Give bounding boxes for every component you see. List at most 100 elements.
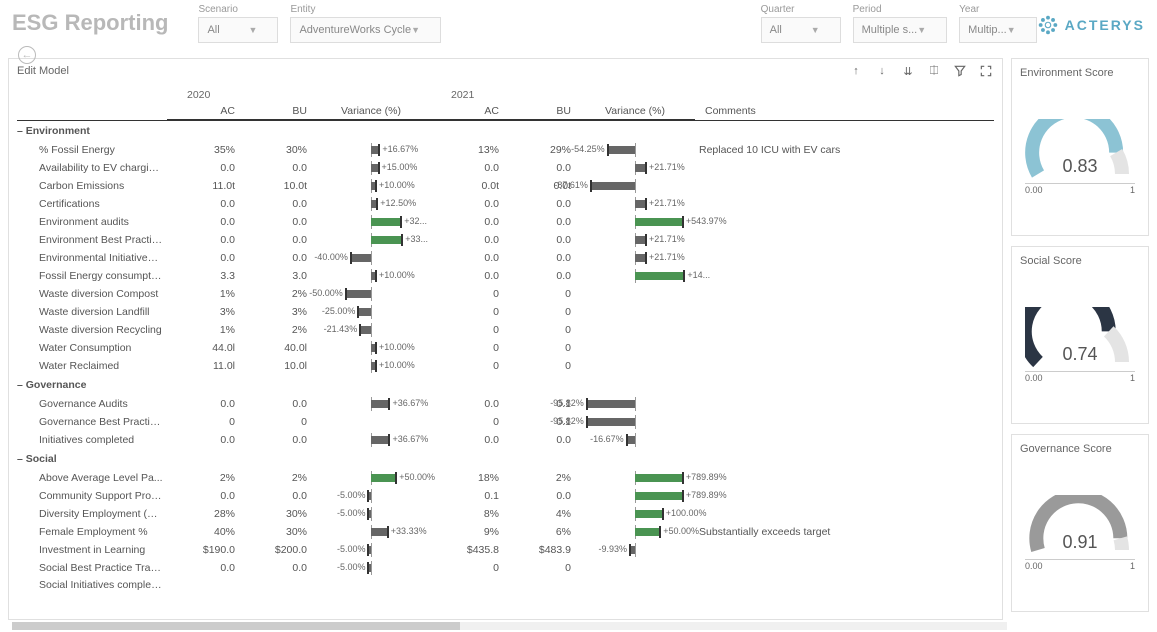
table-row[interactable]: Social Best Practice Train... 0.0 0.0 -5… (17, 559, 994, 577)
table-row[interactable]: Water Consumption 44.0l 40.0l +10.00% 0 … (17, 339, 994, 357)
metric-label: Waste diversion Landfill (17, 303, 167, 321)
filter-scenario-value: All (207, 24, 219, 36)
filter-quarter[interactable]: All ▼ (761, 17, 841, 43)
comment-cell (695, 577, 994, 593)
variance-2021: -54.25% (575, 141, 695, 159)
arrow-down-icon[interactable]: ↓ (874, 63, 890, 79)
ac-2021: 0 (431, 339, 503, 357)
variance-2021: -87.61% (575, 177, 695, 195)
table-row[interactable]: % Fossil Energy 35% 30% +16.67% 13% 29% … (17, 141, 994, 159)
filter-period-value: Multiple s... (862, 24, 918, 36)
filter-quarter-value: All (770, 24, 782, 36)
back-button[interactable]: ← (18, 46, 36, 64)
category-row[interactable]: – Environment (17, 120, 994, 141)
horizontal-scrollbar[interactable] (12, 622, 1007, 630)
ac-2020: 0.0 (167, 559, 239, 577)
filter-icon[interactable] (952, 63, 968, 79)
bu-2020: 10.0t (239, 177, 311, 195)
comment-cell: Replaced 10 ICU with EV cars (695, 141, 994, 159)
filter-entity[interactable]: AdventureWorks Cycle ▼ (290, 17, 441, 43)
filter-scenario[interactable]: All ▼ (198, 17, 278, 43)
table-row[interactable]: Investment in Learning $190.0 $200.0 -5.… (17, 541, 994, 559)
table-row[interactable]: Environment Best Practic... 0.0 0.0 +33.… (17, 231, 994, 249)
comment-cell (695, 177, 994, 195)
category-row[interactable]: – Social (17, 449, 994, 469)
table-row[interactable]: Diversity Employment (N... 28% 30% -5.00… (17, 505, 994, 523)
bu-2021: 0.0 (503, 431, 575, 449)
ac-2020: 40% (167, 523, 239, 541)
table-row[interactable]: Waste diversion Recycling 1% 2% -21.43% … (17, 321, 994, 339)
ac-2021: 0.0 (431, 195, 503, 213)
metric-label: Investment in Learning (17, 541, 167, 559)
env-score-title: Environment Score (1020, 67, 1140, 79)
table-row[interactable]: Water Reclaimed 11.0l 10.0l +10.00% 0 0 (17, 357, 994, 375)
ac-2021: 0.0 (431, 213, 503, 231)
metric-label: Initiatives completed (17, 431, 167, 449)
ac-2021: 0 (431, 303, 503, 321)
table-row[interactable]: Above Average Level Pa... 2% 2% +50.00% … (17, 469, 994, 487)
ac-2021: 0.1 (431, 487, 503, 505)
arrow-up-icon[interactable]: ↑ (848, 63, 864, 79)
bu-2021: 0 (503, 303, 575, 321)
comment-cell (695, 285, 994, 303)
bu-2020: 2% (239, 469, 311, 487)
table-row[interactable]: Environmental Initiatives ... 0.0 0.0 -4… (17, 249, 994, 267)
table-row[interactable]: Governance Best Practic... 0 0 0 0.1 -95… (17, 413, 994, 431)
ac-2021: 0 (431, 413, 503, 431)
variance-2021 (575, 357, 695, 375)
variance-2020: -25.00% (311, 303, 431, 321)
variance-2020: -5.00% (311, 505, 431, 523)
environment-score-card: Environment Score 0.83 0.001 (1011, 58, 1149, 236)
variance-2021 (575, 321, 695, 339)
comment-cell (695, 357, 994, 375)
gov-score-title: Governance Score (1020, 443, 1140, 455)
table-row[interactable]: Female Employment % 40% 30% +33.33% 9% 6… (17, 523, 994, 541)
metric-label: Governance Best Practic... (17, 413, 167, 431)
table-row[interactable]: Governance Audits 0.0 0.0 +36.67% 0.0 0.… (17, 395, 994, 413)
table-row[interactable]: Initiatives completed 0.0 0.0 +36.67% 0.… (17, 431, 994, 449)
table-row[interactable]: Fossil Energy consumptio... 3.3 3.0 +10.… (17, 267, 994, 285)
bu-2021: 0 (503, 285, 575, 303)
category-row[interactable]: – Governance (17, 375, 994, 395)
bu-2021: 0.0 (503, 487, 575, 505)
bu-2021: 0.0 (503, 249, 575, 267)
bu-2020: $200.0 (239, 541, 311, 559)
variance-2020 (311, 413, 431, 431)
ac-2020: 1% (167, 321, 239, 339)
bu-2020: 3% (239, 303, 311, 321)
focus-mode-icon[interactable] (978, 63, 994, 79)
variance-2020: +10.00% (311, 357, 431, 375)
esg-data-table[interactable]: 20202021ACBUVariance (%)ACBUVariance (%)… (17, 83, 994, 593)
variance-2020: +36.67% (311, 431, 431, 449)
table-row[interactable]: Certifications 0.0 0.0 +12.50% 0.0 0.0 +… (17, 195, 994, 213)
table-row[interactable]: Social Initiatives completed (17, 577, 994, 593)
variance-2020: +10.00% (311, 177, 431, 195)
variance-2020: -5.00% (311, 487, 431, 505)
ac-2020: 3% (167, 303, 239, 321)
comment-cell (695, 395, 994, 413)
metric-label: Female Employment % (17, 523, 167, 541)
drill-down-icon[interactable]: ⇊ (900, 63, 916, 79)
filter-entity-label: Entity (290, 4, 441, 15)
table-row[interactable]: Carbon Emissions 11.0t 10.0t +10.00% 0.0… (17, 177, 994, 195)
filter-period[interactable]: Multiple s... ▼ (853, 17, 948, 43)
bu-2020: 0 (239, 413, 311, 431)
bu-2021: 0 (503, 357, 575, 375)
bu-2021: 0.0 (503, 231, 575, 249)
table-row[interactable]: Waste diversion Landfill 3% 3% -25.00% 0… (17, 303, 994, 321)
table-row[interactable]: Waste diversion Compost 1% 2% -50.00% 0 … (17, 285, 994, 303)
filter-entity-value: AdventureWorks Cycle (299, 24, 411, 36)
bu-2020: 3.0 (239, 267, 311, 285)
table-row[interactable]: Environment audits 0.0 0.0 +32... 0.0 0.… (17, 213, 994, 231)
table-row[interactable]: Community Support Proje... 0.0 0.0 -5.00… (17, 487, 994, 505)
env-max: 1 (1130, 185, 1135, 195)
expand-icon[interactable]: ⎅ (926, 63, 942, 79)
filter-period-label: Period (853, 4, 948, 15)
variance-2021: +21.71% (575, 195, 695, 213)
chevron-down-icon: ▼ (411, 25, 420, 35)
ac-2021: 0 (431, 321, 503, 339)
table-row[interactable]: Availability to EV chargin... 0.0 0.0 +1… (17, 159, 994, 177)
filter-year[interactable]: Multip... ▼ (959, 17, 1036, 43)
metric-label: Social Initiatives completed (17, 577, 167, 593)
variance-2020: +33... (311, 231, 431, 249)
